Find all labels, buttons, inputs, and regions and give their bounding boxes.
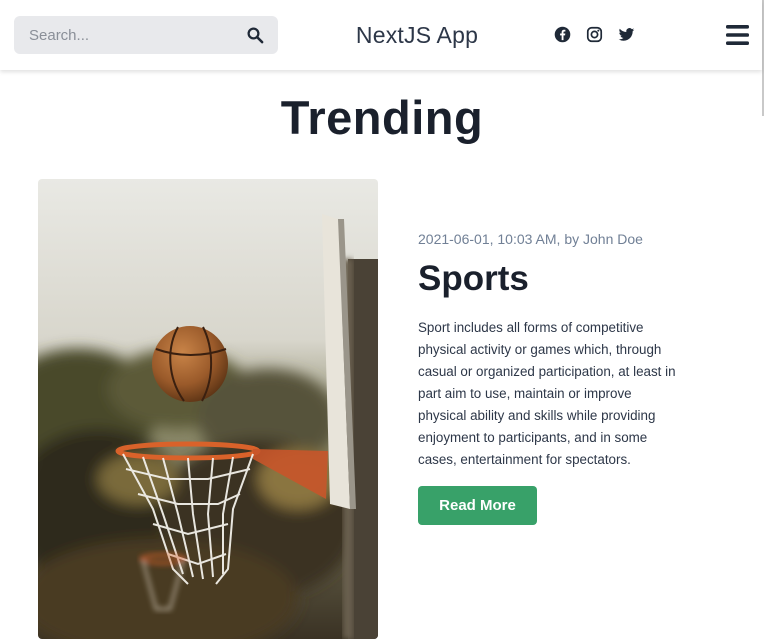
instagram-icon[interactable]	[586, 26, 603, 43]
brand-title[interactable]: NextJS App	[300, 22, 534, 49]
facebook-icon[interactable]	[554, 26, 571, 43]
read-more-button[interactable]: Read More	[418, 486, 537, 525]
search-icon[interactable]	[246, 26, 264, 44]
basketball-hoop-photo	[38, 179, 378, 639]
hamburger-menu-icon[interactable]	[726, 24, 749, 46]
post-title[interactable]: Sports	[418, 259, 529, 299]
post-excerpt: Sport includes all forms of competitive …	[418, 320, 676, 467]
post-meta: 2021-06-01, 10:03 AM, by John Doe	[418, 231, 643, 247]
twitter-icon[interactable]	[618, 26, 635, 43]
post-image[interactable]	[38, 179, 378, 639]
search-bar	[14, 16, 278, 54]
site-header: NextJS App	[0, 0, 762, 70]
page-title: Trending	[280, 91, 484, 144]
search-input[interactable]	[14, 16, 224, 54]
